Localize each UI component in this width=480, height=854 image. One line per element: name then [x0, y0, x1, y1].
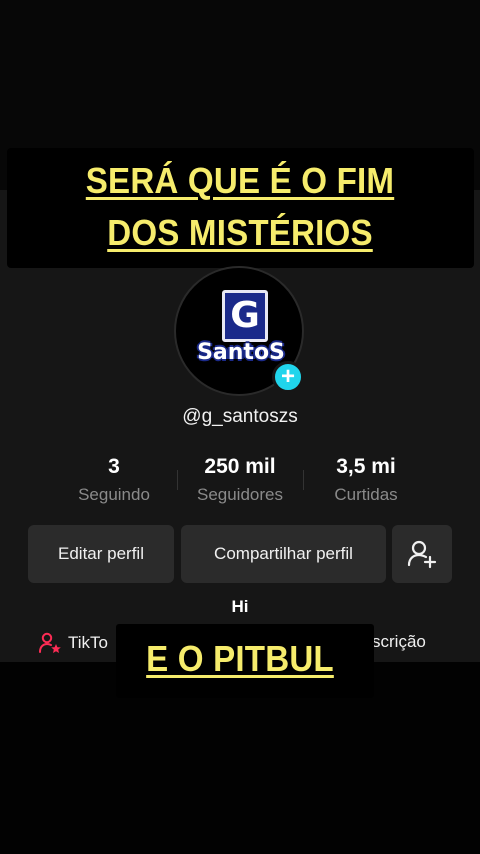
caption-line-1: SERÁ QUE É O FIM: [85, 160, 395, 201]
add-friend-button[interactable]: [392, 525, 452, 583]
stat-label: Seguidores: [196, 485, 283, 504]
logo-word: SantoS: [197, 340, 285, 365]
stat-label: Curtidas: [334, 485, 398, 504]
stat-followers[interactable]: 250 mil Seguidores: [180, 455, 300, 505]
add-friend-icon: [407, 540, 437, 569]
stat-divider: [177, 470, 178, 490]
username: @g_santoszs: [182, 406, 298, 427]
stat-likes[interactable]: 3,5 mi Curtidas: [306, 455, 426, 505]
edit-profile-button[interactable]: Editar perfil: [28, 525, 174, 583]
bio: Hi: [231, 597, 249, 616]
logo-letter: G: [222, 290, 268, 342]
caption-bottom: E O PITBUL: [146, 638, 334, 679]
share-profile-button[interactable]: Compartilhar perfil: [181, 525, 386, 583]
caption-line-2: DOS MISTÉRIOS: [107, 212, 373, 253]
stat-label: Seguindo: [78, 485, 150, 504]
stat-following[interactable]: 3 Seguindo: [54, 455, 174, 505]
stat-divider: [303, 470, 304, 490]
plus-icon[interactable]: +: [272, 361, 304, 393]
stat-value: 3,5 mi: [336, 455, 396, 478]
stat-value: 3: [108, 455, 120, 478]
stat-value: 250 mil: [204, 455, 276, 478]
